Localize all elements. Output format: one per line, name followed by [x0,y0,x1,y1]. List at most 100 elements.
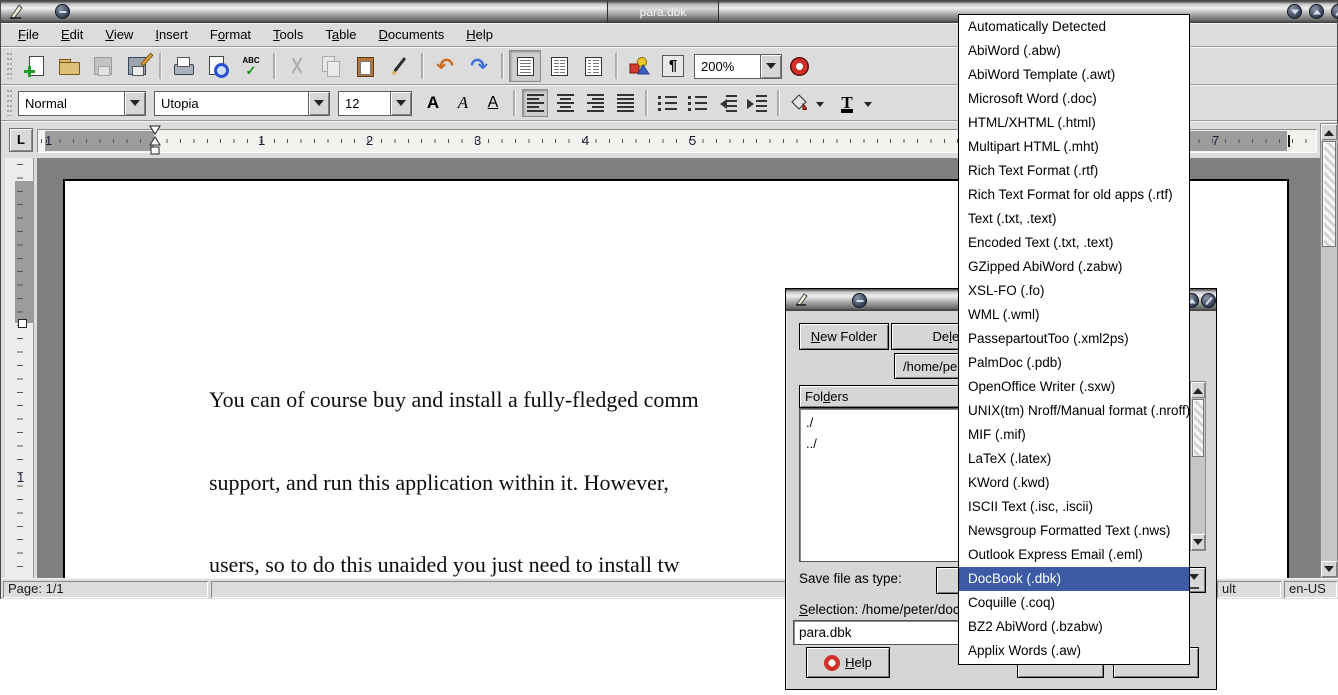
align-justify-button[interactable] [612,89,638,117]
format-option[interactable]: KWord (.kwd) [959,471,1189,495]
font-combo[interactable]: Utopia [154,91,330,116]
zoom-combo[interactable]: 200% [694,54,782,79]
font-color-arrow[interactable] [864,102,872,111]
font-size-combo[interactable]: 12 [338,91,412,116]
dialog-shade-button[interactable] [852,293,867,308]
menu-edit[interactable]: Edit [50,24,94,46]
show-formatting-button[interactable]: ¶ [657,50,689,82]
font-color-button[interactable]: T [834,89,860,117]
menu-view[interactable]: View [94,24,144,46]
scrollbar-thumb[interactable] [1322,141,1336,247]
menu-insert[interactable]: Insert [144,24,199,46]
save-as-button[interactable] [121,50,153,82]
scroll-down-arrow[interactable] [1321,561,1337,577]
vertical-ruler[interactable]: 1 [5,158,34,578]
format-option[interactable]: XSL-FO (.fo) [959,279,1189,303]
italic-button[interactable]: A [450,89,476,117]
dialog-help-button[interactable]: Help [806,647,890,678]
highlight-color-arrow[interactable] [816,102,824,111]
menu-format[interactable]: Format [199,24,262,46]
format-option[interactable]: PalmDoc (.pdb) [959,351,1189,375]
decrease-indent-button[interactable] [714,89,740,117]
scroll-up-arrow[interactable] [1191,382,1205,398]
undo-button[interactable]: ↶ [429,50,461,82]
help-button[interactable] [783,50,815,82]
window-maximize-button[interactable] [1309,4,1324,19]
document-text[interactable]: You can of course buy and install a full… [209,331,699,578]
numbered-list-button[interactable] [654,89,680,117]
save-button[interactable] [87,50,119,82]
redo-button[interactable]: ↷ [463,50,495,82]
open-button[interactable] [53,50,85,82]
view-three-columns-button[interactable] [577,50,609,82]
format-option[interactable]: Rich Text Format (.rtf) [959,159,1189,183]
files-list-scrollbar[interactable] [1190,381,1206,551]
format-option[interactable]: Microsoft Word (.doc) [959,87,1189,111]
align-left-button[interactable] [522,89,548,117]
spellcheck-button[interactable]: ABC✓ [235,50,267,82]
format-option[interactable]: ISCII Text (.isc, .iscii) [959,495,1189,519]
style-combo[interactable]: Normal [18,91,146,116]
window-close-button[interactable] [1331,4,1338,19]
format-option[interactable]: AbiWord (.abw) [959,39,1189,63]
toolbar-grip[interactable] [5,53,14,79]
format-option[interactable]: Applix Words (.aw) [959,639,1189,663]
format-option[interactable]: Rich Text Format for old apps (.rtf) [959,183,1189,207]
view-two-columns-button[interactable] [543,50,575,82]
zoom-combo-arrow[interactable] [760,55,781,78]
format-option[interactable]: DocBook (.dbk) [959,567,1189,591]
scroll-down-arrow[interactable] [1191,534,1205,550]
highlight-color-button[interactable] [786,89,812,117]
tab-stop-selector[interactable]: L [9,128,33,152]
window-minimize-button[interactable] [1287,4,1302,19]
scroll-up-arrow[interactable] [1321,124,1337,140]
align-right-button[interactable] [582,89,608,117]
font-combo-arrow[interactable] [308,92,329,115]
format-option[interactable]: Automatically Detected [959,15,1189,39]
format-option[interactable]: Text (.txt, .text) [959,207,1189,231]
format-option[interactable]: GZipped AbiWord (.zabw) [959,255,1189,279]
scrollbar-thumb[interactable] [1192,399,1204,457]
paste-button[interactable] [349,50,381,82]
format-option[interactable]: MIF (.mif) [959,423,1189,447]
format-option[interactable]: Newsgroup Formatted Text (.nws) [959,519,1189,543]
bold-button[interactable]: A [420,89,446,117]
format-option[interactable]: BZ2 AbiWord (.bzabw) [959,615,1189,639]
format-option[interactable]: PassepartoutToo (.xml2ps) [959,327,1189,351]
cut-button[interactable] [281,50,313,82]
dialog-close-button[interactable] [1201,293,1216,308]
format-option[interactable]: LaTeX (.latex) [959,447,1189,471]
format-option[interactable]: AbiWord Template (.awt) [959,63,1189,87]
indent-markers[interactable] [147,124,163,157]
new-document-button[interactable] [19,50,51,82]
print-preview-button[interactable] [201,50,233,82]
style-combo-arrow[interactable] [124,92,145,115]
print-button[interactable] [167,50,199,82]
menu-help[interactable]: Help [455,24,504,46]
menu-table[interactable]: Table [314,24,367,46]
font-size-combo-arrow[interactable] [390,92,411,115]
new-folder-button[interactable]: New Folder [799,323,889,350]
language-indicator[interactable]: en-US [1284,581,1337,598]
menu-file[interactable]: File [7,24,50,46]
format-painter-button[interactable] [383,50,415,82]
menu-tools[interactable]: Tools [262,24,314,46]
toolbar-grip[interactable] [5,90,14,116]
window-shade-button[interactable] [55,4,70,19]
format-option[interactable]: Coquille (.coq) [959,591,1189,615]
format-option[interactable]: UNIX(tm) Nroff/Manual format (.nroff) [959,399,1189,423]
file-type-dropdown-list[interactable]: Automatically DetectedAbiWord (.abw)AbiW… [958,14,1190,665]
view-one-column-button[interactable] [509,50,541,82]
underline-button[interactable]: A [480,89,506,117]
copy-button[interactable] [315,50,347,82]
document-vertical-scrollbar[interactable] [1320,123,1338,578]
format-option[interactable]: WML (.wml) [959,303,1189,327]
align-center-button[interactable] [552,89,578,117]
format-option[interactable]: HTML/XHTML (.html) [959,111,1189,135]
margin-marker[interactable] [18,319,27,328]
insert-graphic-button[interactable] [623,50,655,82]
format-option[interactable]: Multipart HTML (.mht) [959,135,1189,159]
bullet-list-button[interactable] [684,89,710,117]
menu-documents[interactable]: Documents [368,24,456,46]
format-option[interactable]: Encoded Text (.txt, .text) [959,231,1189,255]
